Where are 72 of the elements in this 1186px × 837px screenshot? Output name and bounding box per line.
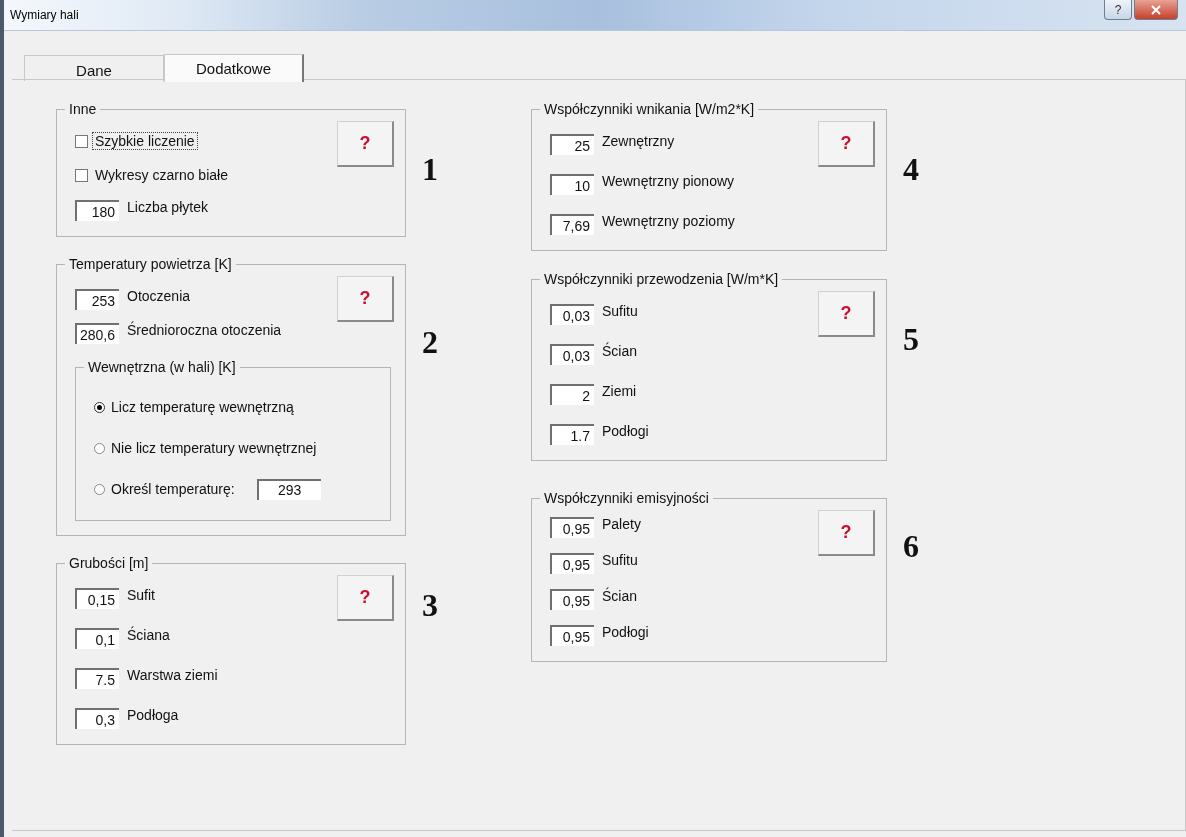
close-icon	[1151, 4, 1161, 15]
input-field[interactable]: 0,95	[550, 552, 594, 574]
help-button[interactable]: ?	[818, 510, 875, 556]
input-field[interactable]: 293	[256, 478, 321, 500]
checkbox-label[interactable]: Szybkie liczenie	[92, 132, 198, 150]
field-label: Podłoga	[127, 707, 179, 723]
field-label: Ziemi	[602, 383, 637, 399]
window-title: Wymiary hali	[10, 8, 79, 22]
help-button[interactable]: ?	[1104, 0, 1132, 20]
group-title: Współczynniki wnikania [W/m2*K]	[540, 101, 759, 117]
section-number: 6	[903, 528, 919, 565]
field-label: Sufit	[127, 587, 155, 603]
section-number: 4	[903, 151, 919, 188]
field-label: Palety	[602, 516, 641, 532]
field-label: Zewnętrzny	[602, 133, 675, 149]
group-title: Współczynniki emisyjności	[540, 490, 713, 506]
radio-button[interactable]	[94, 442, 105, 454]
radio-button[interactable]	[94, 483, 105, 495]
help-button[interactable]: ?	[818, 291, 875, 337]
radio-label[interactable]: Nie licz temperatury wewnętrznej	[111, 440, 317, 456]
field-label: Ścian	[602, 588, 638, 604]
field-label: Liczba płytek	[127, 199, 208, 215]
field-label: Ścian	[602, 343, 638, 359]
help-button[interactable]: ?	[337, 276, 394, 322]
field-label: Warstwa ziemi	[127, 667, 218, 683]
group-title: Współczynniki przewodzenia [W/m*K]	[540, 271, 783, 287]
tab[interactable]: Dodatkowe	[164, 54, 304, 82]
radio-label[interactable]: Określ temperaturę:	[111, 481, 235, 497]
radio-button[interactable]	[94, 401, 105, 413]
section-number: 2	[422, 324, 438, 361]
close-button[interactable]	[1134, 0, 1178, 20]
input-field[interactable]: 25	[550, 133, 594, 155]
field-label: Podłogi	[602, 423, 649, 439]
help-button[interactable]: ?	[818, 121, 875, 167]
input-field[interactable]: 0,03	[550, 303, 594, 325]
input-field[interactable]: 0,95	[550, 588, 594, 610]
input-field[interactable]: 180	[75, 199, 119, 221]
group-title: Inne	[65, 101, 101, 117]
checkbox[interactable]	[75, 134, 88, 148]
radio-label[interactable]: Licz temperaturę wewnętrzną	[111, 399, 294, 415]
input-field[interactable]: 280,6	[75, 322, 119, 344]
field-label: Ściana	[127, 627, 170, 643]
group-title: Wewnętrzna (w hali) [K]	[84, 359, 240, 375]
input-field[interactable]: 7.5	[75, 667, 119, 689]
input-field[interactable]: 2	[550, 383, 594, 405]
input-field[interactable]: 0,95	[550, 624, 594, 646]
input-field[interactable]: 0,3	[75, 707, 119, 729]
input-field[interactable]: 10	[550, 173, 594, 195]
field-label: Sufitu	[602, 552, 638, 568]
input-field[interactable]: 7,69	[550, 213, 594, 235]
help-button[interactable]: ?	[337, 121, 394, 167]
tab[interactable]: Dane	[24, 55, 164, 81]
help-button[interactable]: ?	[337, 575, 394, 621]
input-field[interactable]: 253	[75, 288, 119, 310]
field-label: Wewnętrzny pionowy	[602, 173, 735, 189]
section-number: 1	[422, 151, 438, 188]
section-number: 3	[422, 587, 438, 624]
input-field[interactable]: 1.7	[550, 423, 594, 445]
input-field[interactable]: 0,03	[550, 343, 594, 365]
input-field[interactable]: 0,95	[550, 516, 594, 538]
field-label: Podłogi	[602, 624, 649, 640]
field-label: Sufitu	[602, 303, 638, 319]
section-number: 5	[903, 321, 919, 358]
field-label: Średnioroczna otoczenia	[127, 322, 282, 338]
input-field[interactable]: 0,1	[75, 627, 119, 649]
field-label: Otoczenia	[127, 288, 191, 304]
input-field[interactable]: 0,15	[75, 587, 119, 609]
field-label: Wewnętrzny poziomy	[602, 213, 735, 229]
checkbox-label[interactable]: Wykresy czarno białe	[92, 166, 231, 184]
checkbox[interactable]	[75, 168, 88, 182]
group-title: Grubości [m]	[65, 555, 153, 571]
group-title: Temperatury powietrza [K]	[65, 256, 236, 272]
